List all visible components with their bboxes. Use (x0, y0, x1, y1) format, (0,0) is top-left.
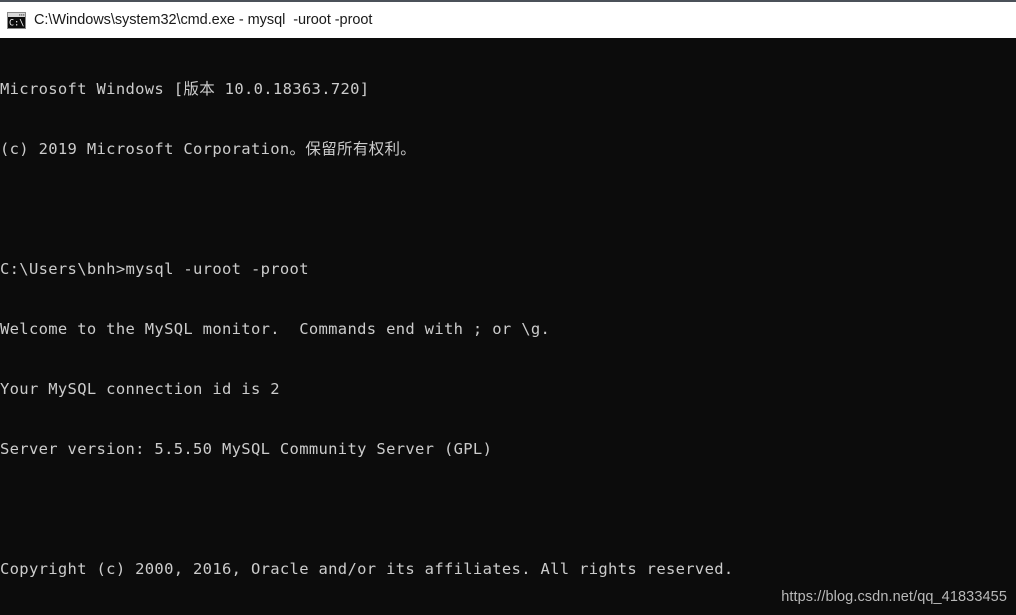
console-line: Welcome to the MySQL monitor. Commands e… (0, 320, 551, 338)
console-line: Server version: 5.5.50 MySQL Community S… (0, 440, 493, 458)
console-line: C:\Users\bnh>mysql -uroot -proot (0, 260, 309, 278)
console-line: Microsoft Windows [版本 10.0.18363.720] (0, 80, 370, 98)
cmd-window: C:\ C:\Windows\system32\cmd.exe - mysql … (0, 0, 1016, 615)
console-line: (c) 2019 Microsoft Corporation。保留所有权利。 (0, 140, 417, 158)
console-text: Microsoft Windows [版本 10.0.18363.720] (c… (0, 38, 1016, 615)
watermark-url: https://blog.csdn.net/qq_41833455 (781, 589, 1007, 605)
console-output-area[interactable]: Microsoft Windows [版本 10.0.18363.720] (c… (0, 38, 1016, 615)
cmd-console-icon: C:\ (7, 11, 26, 29)
window-titlebar[interactable]: C:\ C:\Windows\system32\cmd.exe - mysql … (0, 0, 1016, 38)
console-line: Copyright (c) 2000, 2016, Oracle and/or … (0, 560, 734, 578)
console-line: Your MySQL connection id is 2 (0, 380, 280, 398)
window-title: C:\Windows\system32\cmd.exe - mysql -uro… (34, 11, 373, 28)
svg-text:C:\: C:\ (9, 18, 24, 28)
